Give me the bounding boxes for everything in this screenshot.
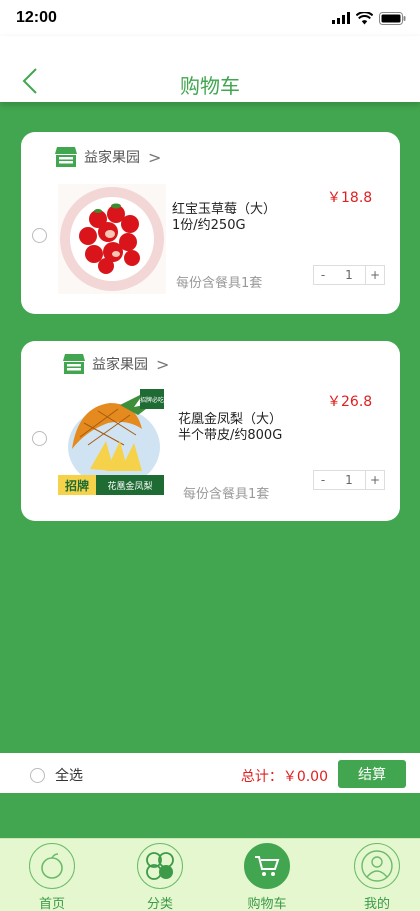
product-price: ￥26.8 [327,394,373,410]
chevron-right-icon: > [148,147,162,167]
total-amount: 总计：￥0.00 [240,769,328,785]
status-time: 12:00 [16,9,57,26]
pineapple-image: 招牌 花凰金凤梨 招牌必吃 [58,389,164,495]
increase-button[interactable]: + [365,470,385,490]
image-badge-text: 招牌 [65,478,89,493]
decrease-button[interactable]: - [313,265,333,285]
chevron-right-icon: > [156,354,170,374]
checkout-bar: 全选 总计：￥0.00 结算 [0,753,420,793]
tab-label: 购物车 [247,897,287,911]
tab-label: 首页 [38,897,65,911]
store-name: 益家果园 [92,357,148,373]
home-fruit-icon [29,843,75,889]
product-image [58,184,166,294]
product-name: 红宝玉草莓（大） [172,202,277,217]
tab-profile[interactable]: 我的 [342,843,412,911]
cart-icon [244,843,290,889]
quantity-stepper: - 1 + [313,470,385,490]
category-icon [137,843,183,889]
tab-category[interactable]: 分类 [125,843,195,911]
battery-icon [379,11,406,25]
status-bar: 12:00 [0,0,420,36]
store-icon [63,354,85,374]
wifi-icon [356,11,373,24]
tab-cart[interactable]: 购物车 [232,843,302,911]
image-caption-text: 花凰金凤梨 [107,480,152,492]
product-price: ￥18.8 [327,190,373,206]
image-tag-text: 招牌必吃 [140,396,164,404]
cart-item-card: 益家果园 > 红宝玉草莓（大） 1份/约250G ￥18.8 每份含餐具1套 - [21,132,400,314]
cart-item-card: 益家果园 > 招牌 花凰金凤梨 招牌必吃 花凰金凤梨（大） 半个带皮/约800G… [21,341,400,521]
select-all-toggle[interactable]: 全选 [30,765,83,785]
select-all-label: 全选 [55,768,83,784]
decrease-button[interactable]: - [313,470,333,490]
product-spec: 半个带皮/约800G [178,428,283,443]
quantity-value[interactable]: 1 [332,470,366,490]
product-image: 招牌 花凰金凤梨 招牌必吃 [58,389,164,495]
increase-button[interactable]: + [365,265,385,285]
page-title: 购物车 [180,74,240,98]
status-icons [332,11,406,25]
checkout-button[interactable]: 结算 [338,760,406,788]
product-name: 花凰金凤梨（大） [178,412,283,427]
tab-label: 分类 [146,897,173,911]
store-name: 益家果园 [84,150,140,166]
tab-label: 我的 [363,897,390,911]
tab-home[interactable]: 首页 [17,843,87,911]
product-spec: 1份/约250G [172,218,246,233]
item-select-radio[interactable] [32,228,47,243]
store-link[interactable]: 益家果园 > [62,353,169,375]
quantity-value[interactable]: 1 [332,265,366,285]
select-all-radio[interactable] [30,767,45,783]
store-icon [55,147,77,167]
nav-bar: 购物车 [0,36,420,102]
item-select-radio[interactable] [32,431,47,446]
product-note: 每份含餐具1套 [183,487,270,502]
tab-bar: 首页 分类 购物车 我的 [0,838,420,911]
store-link[interactable]: 益家果园 > [54,146,161,168]
strawberry-image [58,184,166,294]
signal-icon [332,12,350,24]
product-note: 每份含餐具1套 [176,276,263,291]
quantity-stepper: - 1 + [313,265,385,285]
profile-icon [354,843,400,889]
